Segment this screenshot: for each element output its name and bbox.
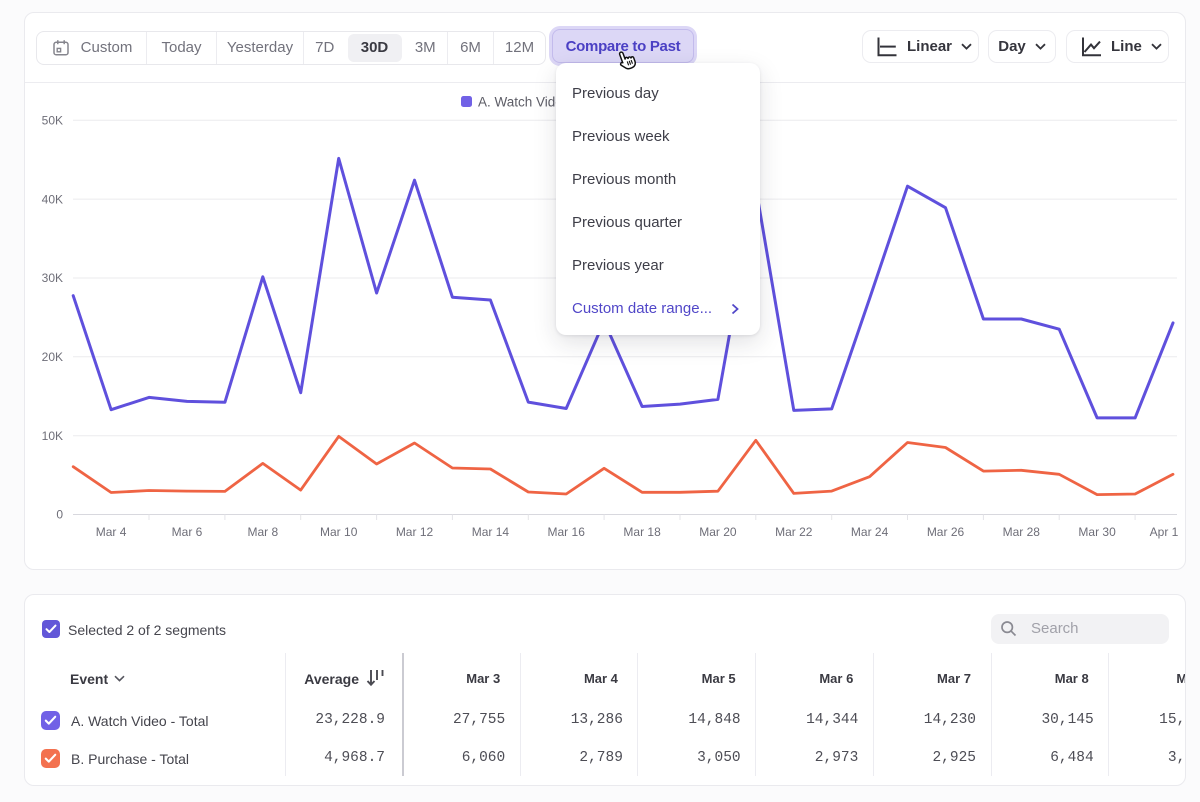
svg-text:Mar 12: Mar 12 bbox=[396, 525, 434, 539]
svg-text:Mar 6: Mar 6 bbox=[172, 525, 203, 539]
svg-text:Mar 22: Mar 22 bbox=[775, 525, 813, 539]
svg-text:Mar 20: Mar 20 bbox=[699, 525, 737, 539]
svg-text:20K: 20K bbox=[42, 350, 63, 364]
svg-text:Mar 14: Mar 14 bbox=[472, 525, 510, 539]
svg-text:Mar 24: Mar 24 bbox=[851, 525, 889, 539]
svg-text:0: 0 bbox=[56, 508, 63, 522]
svg-text:Mar 18: Mar 18 bbox=[623, 525, 661, 539]
svg-text:Mar 10: Mar 10 bbox=[320, 525, 358, 539]
svg-text:Mar 16: Mar 16 bbox=[548, 525, 586, 539]
svg-text:Apr 1: Apr 1 bbox=[1150, 525, 1179, 539]
svg-text:Mar 4: Mar 4 bbox=[96, 525, 127, 539]
svg-text:50K: 50K bbox=[42, 114, 63, 128]
svg-text:Mar 28: Mar 28 bbox=[1003, 525, 1041, 539]
svg-text:10K: 10K bbox=[42, 429, 63, 443]
svg-text:30K: 30K bbox=[42, 271, 63, 285]
svg-text:Mar 30: Mar 30 bbox=[1078, 525, 1116, 539]
svg-text:Mar 26: Mar 26 bbox=[927, 525, 965, 539]
svg-text:Mar 8: Mar 8 bbox=[247, 525, 278, 539]
svg-text:40K: 40K bbox=[42, 192, 63, 206]
